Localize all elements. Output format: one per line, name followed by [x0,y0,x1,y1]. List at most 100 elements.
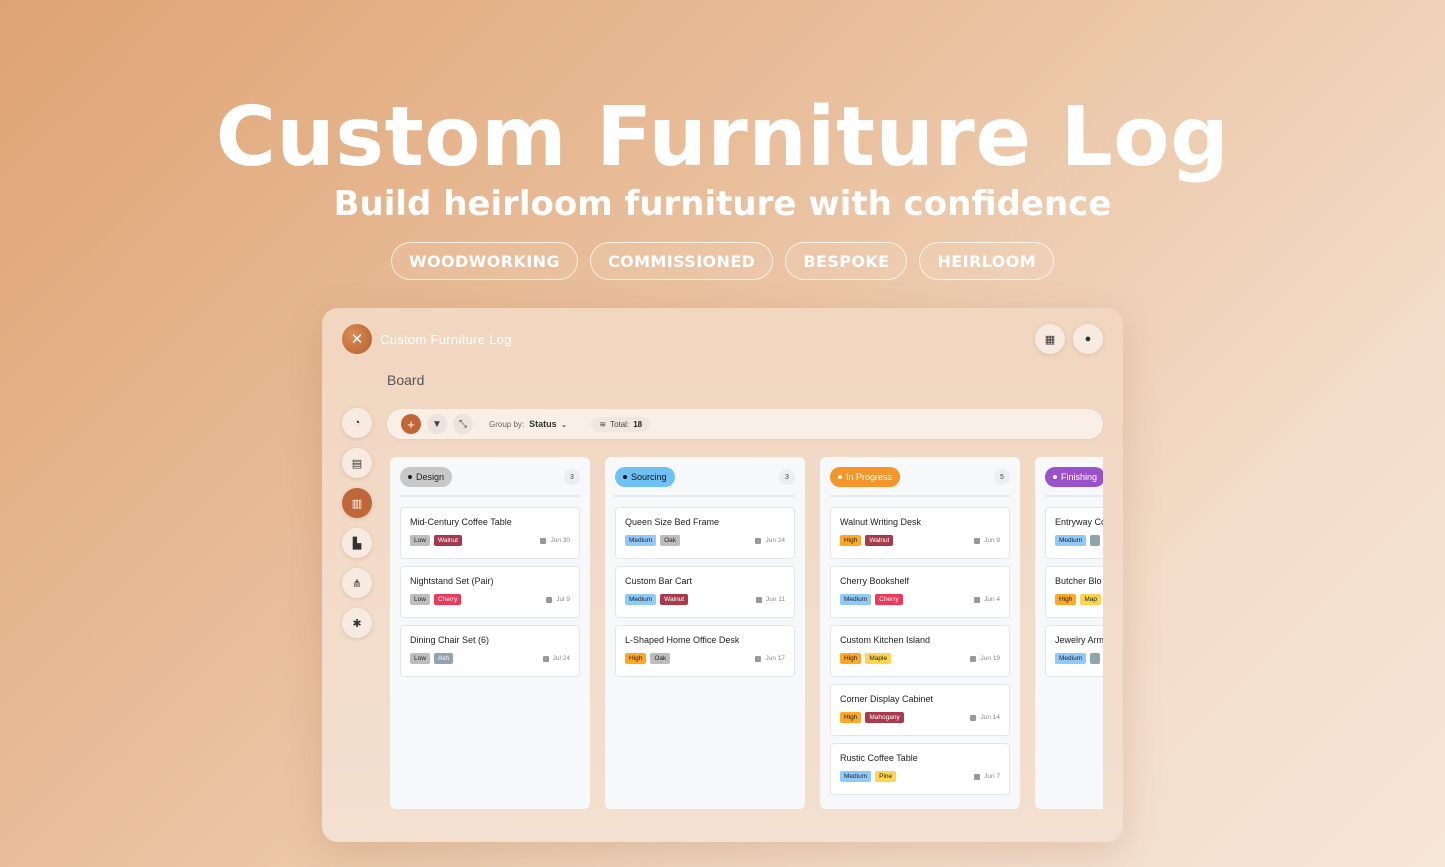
tag-commissioned: COMMISSIONED [589,242,774,280]
task-card[interactable]: Queen Size Bed Frame Medium Oak Jun 24 [615,507,795,559]
task-card[interactable]: Corner Display Cabinet High Mahogany Jun 14 [830,684,1010,736]
task-card[interactable]: Rustic Coffee Table Medium Pine Jun 7 [830,743,1010,795]
card-meta-row: High Map [1055,594,1103,605]
task-card[interactable]: Entryway Co Medium [1045,507,1103,559]
status-pill[interactable]: Finishing [1045,467,1103,487]
task-card[interactable]: Custom Kitchen Island High Maple Jun 19 [830,625,1010,677]
card-meta-row: Medium [1055,653,1103,664]
card-meta-row: High Walnut Jun 9 [840,535,1000,546]
task-card[interactable]: Jewelry Arm Medium [1045,625,1103,677]
status-label: Finishing [1061,472,1098,482]
task-card[interactable]: Nightstand Set (Pair) Low Cherry Jul 9 [400,566,580,618]
priority-chip: Medium [1055,535,1087,546]
status-dot-icon [623,475,627,479]
apps-grid-button[interactable]: ▦ [1035,324,1065,354]
due-date: Jun 17 [755,655,785,662]
due-date-text: Jun 14 [980,714,1000,721]
board-columns: Design 3 Mid-Century Coffee Table Low Walnut… [390,457,1103,809]
calendar-icon [540,537,547,544]
nav-board[interactable]: ▥ [342,488,372,518]
database-icon: ≋ [599,419,607,429]
task-card[interactable]: Walnut Writing Desk High Walnut Jun 9 [830,507,1010,559]
task-card[interactable]: Mid-Century Coffee Table Low Walnut Jun 30 [400,507,580,559]
due-date: Jun 14 [970,714,1000,721]
card-meta-row: High Oak Jun 17 [625,653,785,664]
calendar-icon [970,655,977,662]
chevron-down-icon[interactable]: ⌄ [561,420,568,429]
collapse-button[interactable]: ⤡ [453,414,473,434]
status-pill[interactable]: Sourcing [615,467,675,487]
table-icon: ▤ [351,457,363,470]
card-title: Rustic Coffee Table [840,753,918,763]
tag-woodworking: WOODWORKING [390,242,578,280]
due-date-text: Jun 7 [984,773,1000,780]
sitemap-icon: ⋔ [352,577,362,590]
calendar-icon [974,773,981,780]
priority-chip: High [840,712,862,723]
nav-table[interactable]: ▤ [342,448,372,478]
status-label: In Progress [846,472,893,482]
wood-chip: Map [1080,594,1102,605]
card-title: Mid-Century Coffee Table [410,517,512,527]
nav-dashboard[interactable]: ◔ [342,408,372,438]
wood-chip: Cherry [433,594,462,605]
card-meta-row: Low Walnut Jun 30 [410,535,570,546]
due-date-text: Jul 9 [556,596,570,603]
hero-title: Custom Furniture Log [215,90,1230,185]
due-date-text: Jun 24 [765,537,785,544]
hero-tags: WOODWORKING COMMISSIONED BESPOKE HEIRLOO… [0,242,1445,280]
task-card[interactable]: L-Shaped Home Office Desk High Oak Jun 17 [615,625,795,677]
task-card[interactable]: Butcher Blo High Map [1045,566,1103,618]
app-title: Custom Furniture Log [380,332,512,347]
filter-icon: ▼ [432,418,442,430]
card-meta-row: Medium Walnut Jun 11 [625,594,785,605]
tag-heirloom: HEIRLOOM [919,242,1055,280]
card-title: Nightstand Set (Pair) [410,576,494,586]
column-1: Sourcing 3 Queen Size Bed Frame Medium Oak Ju… [605,457,805,809]
card-meta-row: High Mahogany Jun 14 [840,712,1000,723]
nav-hierarchy[interactable]: ⋔ [342,568,372,598]
priority-chip: High [1055,594,1077,605]
column-3: Finishing Entryway Co Medium Butcher Blo Hi… [1035,457,1103,809]
filter-button[interactable]: ▼ [427,414,447,434]
nav-chart[interactable]: ▙ [342,528,372,558]
card-meta-row: Low Ash Jul 24 [410,653,570,664]
wood-chip: Mahogany [865,712,904,723]
column-count-badge: 5 [994,469,1010,485]
total-badge: ≋ Total: 18 [591,416,651,432]
task-card[interactable]: Cherry Bookshelf Medium Cherry Jun 4 [830,566,1010,618]
priority-chip: Medium [625,594,657,605]
card-meta-row: Low Cherry Jul 9 [410,594,570,605]
status-dot-icon [1053,475,1057,479]
calendar-icon [974,537,981,544]
due-date-text: Jun 9 [984,537,1000,544]
priority-chip: Low [410,594,430,605]
group-by-select[interactable]: Status [529,419,557,429]
card-title: Cherry Bookshelf [840,576,910,586]
calendar-icon [755,655,762,662]
account-button[interactable]: ● [1073,324,1103,354]
due-date-text: Jun 19 [980,655,1000,662]
card-meta-row: Medium Pine Jun 7 [840,771,1000,782]
due-date: Jul 24 [542,655,570,662]
card-meta-row: Medium Cherry Jun 4 [840,594,1000,605]
column-header: Sourcing 3 [615,467,795,497]
app-window: ✕ Custom Furniture Log ▦ ● Board ◔ ▤ ▥ ▙… [322,308,1123,842]
wood-chip: Oak [660,535,681,546]
task-card[interactable]: Dining Chair Set (6) Low Ash Jul 24 [400,625,580,677]
due-date: Jun 24 [755,537,785,544]
due-date: Jun 30 [540,537,570,544]
calendar-icon [755,537,762,544]
add-button[interactable]: + [401,414,421,434]
calendar-icon [546,596,553,603]
due-date: Jun 4 [974,596,1000,603]
priority-chip: High [840,653,862,664]
priority-chip: Medium [840,594,872,605]
wood-chip: Cherry [875,594,903,605]
status-pill[interactable]: In Progress [830,467,901,487]
task-card[interactable]: Custom Bar Cart Medium Walnut Jun 11 [615,566,795,618]
wood-chip [1090,653,1100,664]
nav-settings[interactable]: ✱ [342,608,372,638]
due-date-text: Jun 30 [550,537,570,544]
status-pill[interactable]: Design [400,467,453,487]
